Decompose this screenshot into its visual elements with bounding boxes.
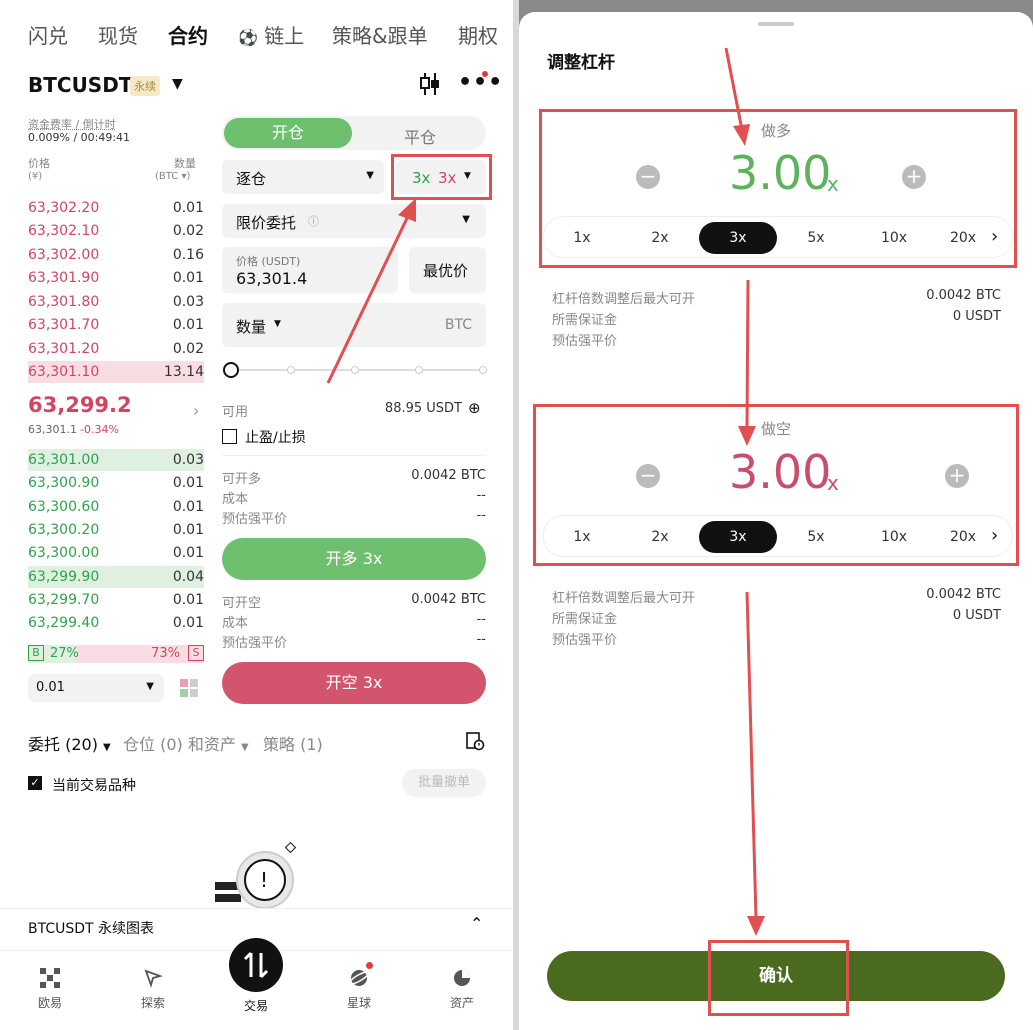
leverage-sheet: 调整杠杆 做多 − 3.00 x + 1x 2x 3x 5x 10x 20x ›… [519, 12, 1033, 1030]
trading-screen: 闪兑 现货 合约 ⚽ 链上 策略&跟单 期权 BTCUSDT 永续 ▼ ••• … [0, 0, 513, 1030]
leverage-sheet-screen: 调整杠杆 做多 − 3.00 x + 1x 2x 3x 5x 10x 20x ›… [519, 0, 1033, 1030]
annotation-arrow [724, 47, 765, 936]
annotation-arrow [326, 198, 416, 384]
